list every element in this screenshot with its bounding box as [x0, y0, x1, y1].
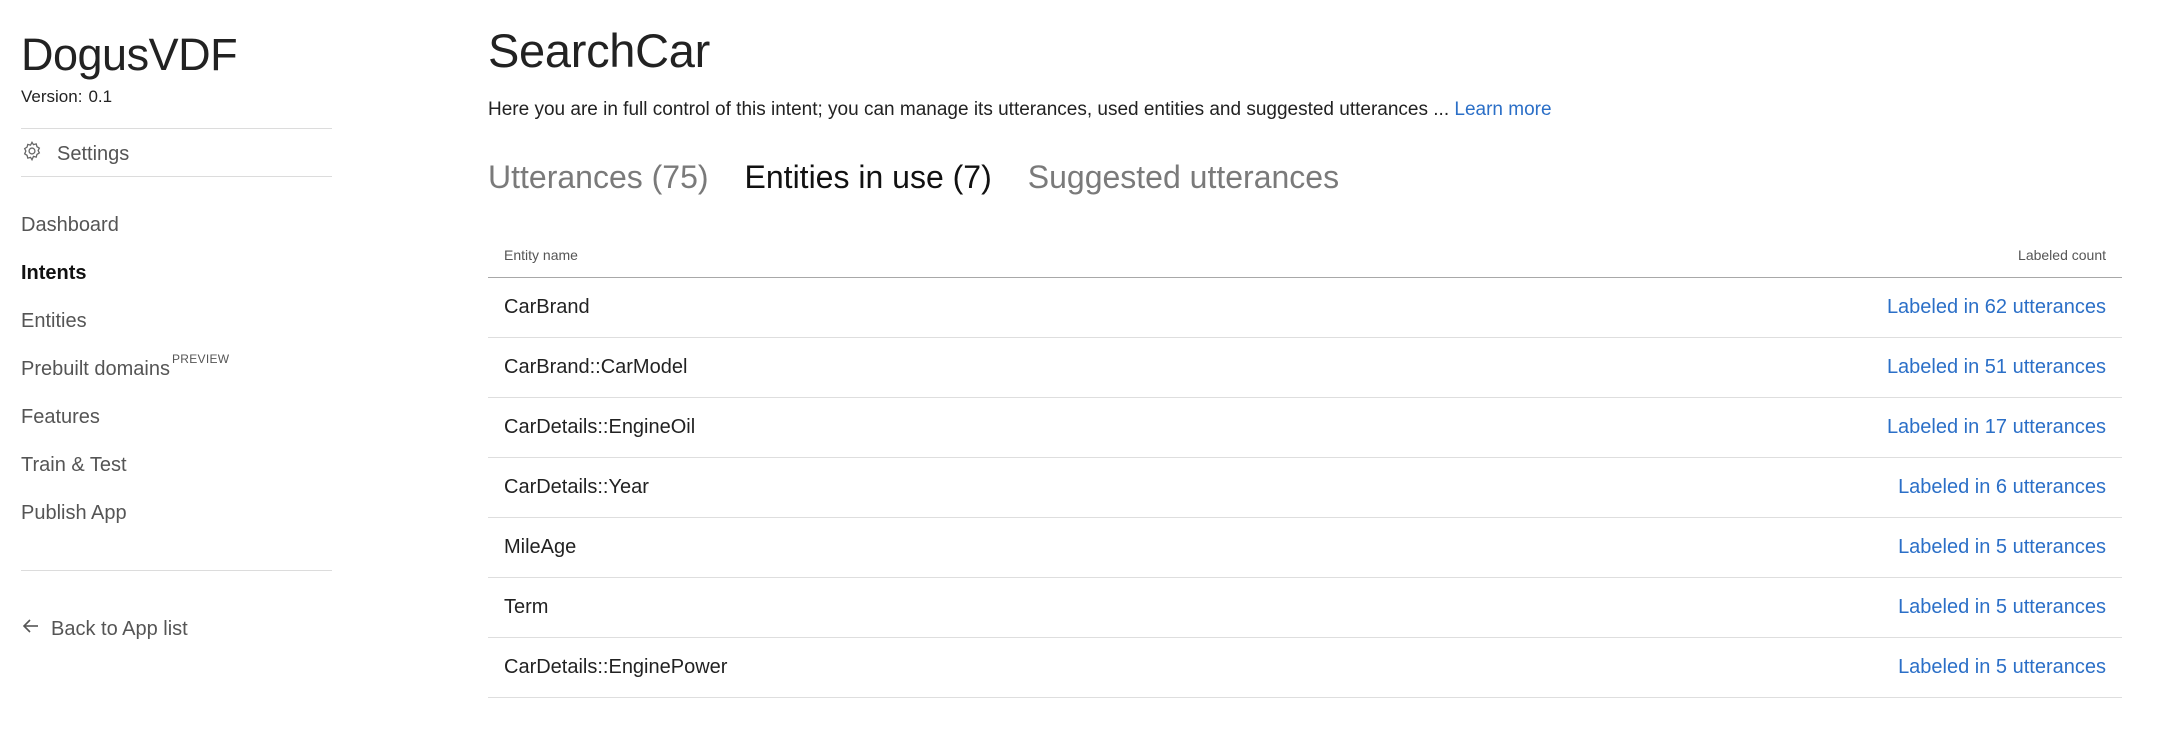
- version-label: Version:: [21, 87, 83, 106]
- sidebar-divider: [21, 570, 332, 571]
- version-number: 0.1: [88, 87, 113, 106]
- sidebar-item-features[interactable]: Features: [21, 402, 229, 450]
- sidebar-item-label: Dashboard: [21, 214, 119, 236]
- main-content: SearchCar Here you are in full control o…: [488, 0, 2122, 730]
- intent-description: Here you are in full control of this int…: [488, 97, 1552, 123]
- sidebar-item-label: Prebuilt domains: [21, 358, 170, 380]
- column-header-labeled-count[interactable]: Labeled count: [2018, 247, 2106, 263]
- entity-name[interactable]: MileAge: [504, 536, 576, 559]
- labeled-count-link[interactable]: Labeled in 5 utterances: [1898, 536, 2106, 559]
- tab-suggested-utterances[interactable]: Suggested utterances: [1028, 155, 1339, 199]
- table-row: CarBrand Labeled in 62 utterances: [488, 278, 2122, 338]
- sidebar-item-intents[interactable]: Intents: [21, 258, 229, 306]
- sidebar-item-prebuilt-domains[interactable]: Prebuilt domains PREVIEW: [21, 352, 230, 402]
- sidebar: DogusVDF Version: 0.1 Settings Dashboard …: [21, 0, 332, 730]
- back-to-app-list-link[interactable]: Back to App list: [21, 616, 188, 642]
- table-row: CarDetails::Year Labeled in 6 utterances: [488, 458, 2122, 518]
- settings-link[interactable]: Settings: [21, 140, 130, 168]
- labeled-count-link[interactable]: Labeled in 5 utterances: [1898, 596, 2106, 619]
- description-text: Here you are in full control of this int…: [488, 99, 1450, 120]
- sidebar-item-label: Features: [21, 406, 100, 428]
- entity-name[interactable]: CarDetails::EnginePower: [504, 656, 727, 679]
- sidebar-item-train-test[interactable]: Train & Test: [21, 450, 229, 498]
- table-row: MileAge Labeled in 5 utterances: [488, 518, 2122, 578]
- sidebar-divider: [21, 128, 332, 129]
- sidebar-item-label: Intents: [21, 262, 87, 284]
- entity-name[interactable]: CarBrand::CarModel: [504, 356, 687, 379]
- sidebar-nav: Dashboard Intents Entities Prebuilt doma…: [21, 210, 229, 546]
- table-row: CarDetails::EngineOil Labeled in 17 utte…: [488, 398, 2122, 458]
- table-row: CarDetails::EnginePower Labeled in 5 utt…: [488, 638, 2122, 698]
- tab-utterances[interactable]: Utterances (75): [488, 155, 709, 199]
- sidebar-item-label: Publish App: [21, 502, 127, 524]
- tab-entities-in-use[interactable]: Entities in use (7): [745, 155, 992, 199]
- sidebar-item-label: Entities: [21, 310, 87, 332]
- labeled-count-link[interactable]: Labeled in 6 utterances: [1898, 476, 2106, 499]
- settings-label: Settings: [57, 142, 130, 165]
- table-row: Term Labeled in 5 utterances: [488, 578, 2122, 638]
- sidebar-item-dashboard[interactable]: Dashboard: [21, 210, 229, 258]
- entities-table: Entity name Labeled count CarBrand Label…: [488, 232, 2122, 698]
- back-label: Back to App list: [51, 617, 188, 640]
- sidebar-divider: [21, 176, 332, 177]
- labeled-count-link[interactable]: Labeled in 51 utterances: [1887, 356, 2106, 379]
- entity-name[interactable]: CarDetails::Year: [504, 476, 649, 499]
- intent-tabs: Utterances (75) Entities in use (7) Sugg…: [488, 155, 1339, 199]
- labeled-count-link[interactable]: Labeled in 17 utterances: [1887, 416, 2106, 439]
- entity-name[interactable]: CarDetails::EngineOil: [504, 416, 695, 439]
- sidebar-item-label: Train & Test: [21, 454, 127, 476]
- sidebar-item-publish-app[interactable]: Publish App: [21, 498, 229, 546]
- table-header: Entity name Labeled count: [488, 232, 2122, 278]
- column-header-entity-name[interactable]: Entity name: [504, 247, 578, 263]
- table-row: CarBrand::CarModel Labeled in 51 utteran…: [488, 338, 2122, 398]
- app-name: DogusVDF: [21, 29, 238, 80]
- labeled-count-link[interactable]: Labeled in 5 utterances: [1898, 656, 2106, 679]
- sidebar-item-entities[interactable]: Entities: [21, 306, 229, 354]
- page-title: SearchCar: [488, 24, 710, 77]
- arrow-left-icon: [21, 616, 51, 642]
- version-info: Version: 0.1: [21, 86, 112, 108]
- entity-name[interactable]: Term: [504, 596, 548, 619]
- learn-more-link[interactable]: Learn more: [1454, 99, 1551, 120]
- entity-name[interactable]: CarBrand: [504, 296, 590, 319]
- preview-badge: PREVIEW: [171, 352, 230, 366]
- gear-icon: [21, 140, 57, 168]
- labeled-count-link[interactable]: Labeled in 62 utterances: [1887, 296, 2106, 319]
